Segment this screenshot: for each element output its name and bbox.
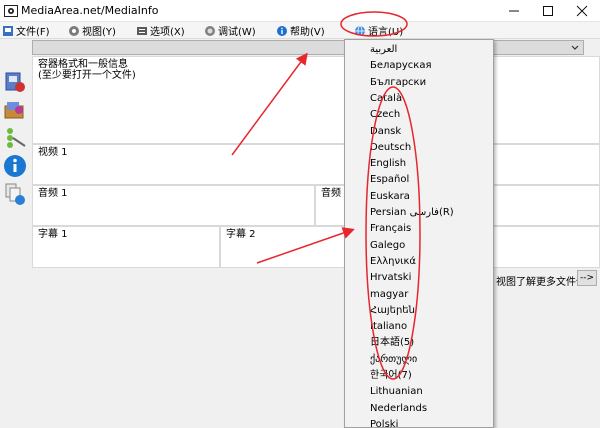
language-option[interactable]: Nederlands bbox=[370, 401, 427, 417]
mediainfo-logo-icon bbox=[4, 5, 18, 17]
language-option[interactable]: Հայերեն bbox=[370, 303, 415, 319]
language-option[interactable]: Deutsch bbox=[370, 140, 411, 156]
file-icon bbox=[3, 25, 13, 36]
menu-view-label: 视图(Y) bbox=[82, 27, 116, 38]
language-option[interactable]: Dansk bbox=[370, 124, 401, 140]
maximize-icon bbox=[543, 6, 553, 16]
menu-bar: 文件(F) 视图(Y) 选项(X) 调试(W) 帮助(V) 语言(U) bbox=[0, 22, 600, 39]
help-icon bbox=[277, 25, 287, 36]
menu-debug-label: 调试(W) bbox=[218, 27, 256, 38]
menu-language[interactable]: 语言(U) bbox=[354, 23, 403, 38]
language-option[interactable]: Hrvatski bbox=[370, 270, 411, 286]
video-panel: 视频 1 bbox=[32, 144, 600, 185]
menu-file[interactable]: 文件(F) bbox=[2, 23, 50, 38]
minimize-icon bbox=[509, 10, 519, 12]
general-panel-hint: (至少要打开一个文件) bbox=[38, 70, 136, 81]
language-option[interactable]: English bbox=[370, 156, 406, 172]
menu-file-label: 文件(F) bbox=[16, 27, 50, 38]
menu-language-label: 语言(U) bbox=[368, 27, 404, 38]
language-option[interactable]: Català bbox=[370, 91, 402, 107]
language-option[interactable]: Polski bbox=[370, 417, 398, 427]
close-button[interactable] bbox=[565, 0, 599, 22]
maximize-button[interactable] bbox=[531, 0, 565, 22]
view-info-icon[interactable] bbox=[3, 126, 27, 150]
view-icon bbox=[69, 25, 79, 36]
subtitle1-panel-label: 字幕 1 bbox=[38, 229, 68, 240]
video-panel-label: 视频 1 bbox=[38, 147, 68, 158]
debug-icon bbox=[205, 25, 215, 36]
language-option[interactable]: Български bbox=[370, 75, 426, 91]
language-option[interactable]: العربية bbox=[370, 42, 397, 58]
language-option[interactable]: Беларуская bbox=[370, 58, 431, 74]
language-option[interactable]: Czech bbox=[370, 107, 400, 123]
subtitle1-panel: 字幕 1 bbox=[32, 226, 220, 268]
side-toolbar bbox=[0, 40, 30, 428]
language-icon bbox=[355, 25, 365, 36]
language-option[interactable]: Español bbox=[370, 172, 409, 188]
open-file-icon[interactable] bbox=[3, 70, 27, 94]
language-option[interactable]: Galego bbox=[370, 238, 405, 254]
language-dropdown-menu: العربية Беларуская Български Català Czech Dan… bbox=[344, 39, 494, 428]
menu-view[interactable]: 视图(Y) bbox=[68, 23, 116, 38]
menu-options[interactable]: 选项(X) bbox=[136, 23, 185, 38]
general-panel: 容器格式和一般信息 (至少要打开一个文件) bbox=[32, 56, 600, 144]
open-folder-icon[interactable] bbox=[3, 98, 27, 122]
language-option[interactable]: ქართული bbox=[370, 352, 417, 368]
minimize-button[interactable] bbox=[497, 0, 531, 22]
language-option[interactable]: 한국어(7) bbox=[370, 368, 412, 384]
language-option[interactable]: 日本語(5) bbox=[370, 335, 414, 351]
menu-help-label: 帮助(V) bbox=[290, 27, 325, 38]
menu-debug[interactable]: 调试(W) bbox=[204, 23, 256, 38]
close-icon bbox=[576, 5, 588, 17]
audio1-panel-label: 音频 1 bbox=[38, 188, 68, 199]
more-info-button[interactable]: --> bbox=[577, 270, 597, 286]
audio1-panel: 音频 1 bbox=[32, 185, 315, 226]
language-option[interactable]: Lithuanian bbox=[370, 384, 423, 400]
language-option[interactable]: Italiano bbox=[370, 319, 407, 335]
window-title: MediaArea.net/MediaInfo bbox=[21, 4, 159, 17]
options-icon bbox=[137, 26, 147, 35]
title-bar: MediaArea.net/MediaInfo bbox=[0, 0, 600, 22]
language-option[interactable]: Persian فارسی(R) bbox=[370, 205, 454, 221]
language-option[interactable]: Ελληνικά bbox=[370, 254, 416, 270]
chevron-down-icon bbox=[571, 45, 579, 50]
language-option[interactable]: Français bbox=[370, 221, 411, 237]
about-info-icon[interactable] bbox=[3, 154, 27, 178]
language-option[interactable]: magyar bbox=[370, 287, 408, 303]
subtitle2-panel-label: 字幕 2 bbox=[226, 229, 256, 240]
export-icon[interactable] bbox=[3, 182, 27, 206]
language-option[interactable]: Euskara bbox=[370, 189, 410, 205]
info-area: 容器格式和一般信息 (至少要打开一个文件) 视频 1 音频 1 音频 2 字幕 … bbox=[32, 56, 600, 428]
menu-options-label: 选项(X) bbox=[150, 27, 185, 38]
file-select-combo[interactable] bbox=[32, 40, 584, 55]
menu-help[interactable]: 帮助(V) bbox=[276, 23, 325, 38]
